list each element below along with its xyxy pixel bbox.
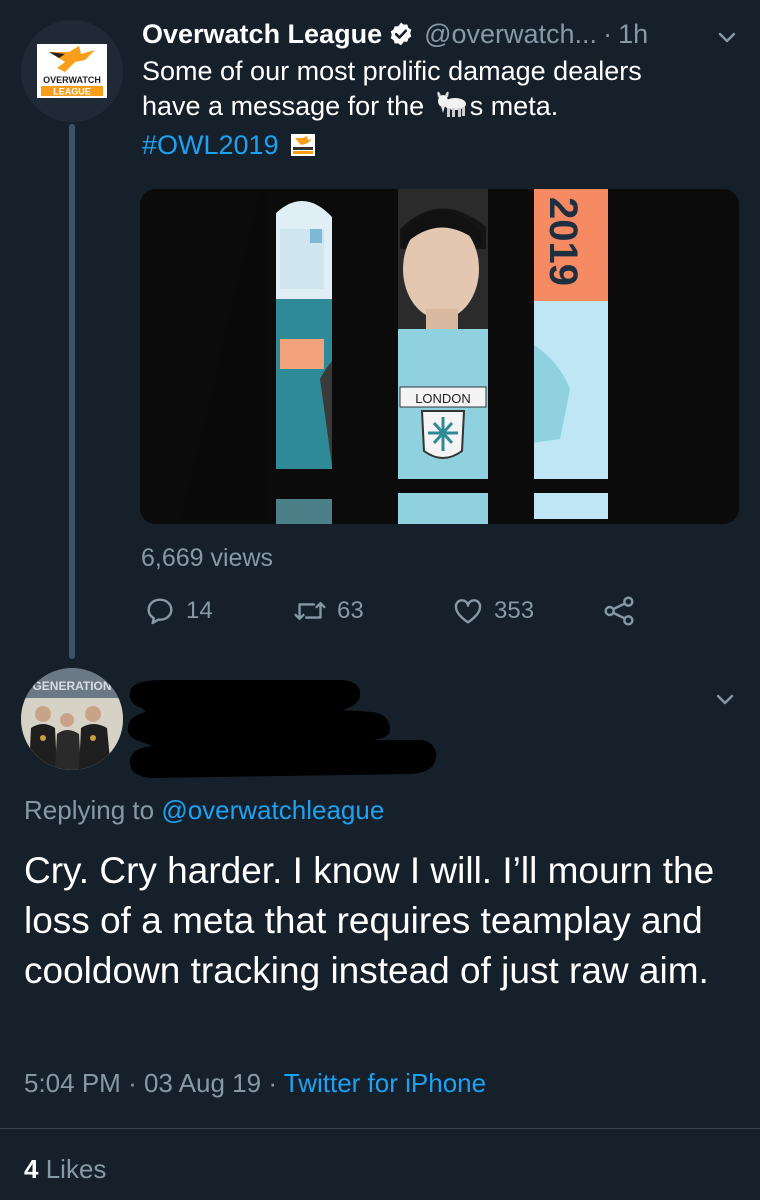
author-name[interactable]: Overwatch League [142,19,382,50]
tweet-time[interactable]: 1h [618,19,648,50]
separator-dot: · [603,18,613,49]
replying-prefix: Replying to [24,795,155,825]
goat-emoji-icon [434,89,468,128]
reply-source-link[interactable]: Twitter for iPhone [284,1068,486,1098]
share-icon [604,596,634,626]
video-thumbnail: 2019 LONDON [140,189,739,524]
replying-mention-link[interactable]: @overwatchleague [161,795,384,825]
likes-count: 4 [24,1154,39,1184]
author-handle[interactable]: @overwatch... [424,19,597,50]
meta-separator: · [268,1068,277,1098]
tweet-text-segment: s meta. [469,91,559,121]
reply-count: 14 [186,597,213,624]
overwatch-league-avatar[interactable]: OVERWATCH LEAGUE [21,20,123,122]
reply-time: 5:04 PM [24,1068,121,1098]
like-button[interactable]: 353 [452,595,534,627]
reply-date: 03 Aug 19 [143,1068,262,1098]
tweet-header: Overwatch League @overwatch... · 1h [142,14,742,54]
chevron-down-icon[interactable] [716,26,738,53]
svg-text:LEAGUE: LEAGUE [53,87,91,97]
like-count: 353 [494,597,535,624]
meta-separator: · [128,1068,137,1098]
tweet-text-line-1: Some of our most prolific damage dealers [142,56,642,86]
owl-hashflag-icon [290,131,316,166]
reply-meta: 5:04 PM · 03 Aug 19 · Twitter for iPhone [24,1068,486,1099]
tweet-video[interactable]: 2019 LONDON [140,189,739,524]
thread-connector-line [69,124,75,659]
avatar-banner-text: GENERATION [32,679,111,693]
reply-author-avatar[interactable]: GENERATION [21,668,123,770]
redacted-username [122,672,442,787]
hashtag-link[interactable]: #OWL2019 [142,130,279,160]
tweet-screenshot: OVERWATCH LEAGUE Overwatch League @overw… [0,0,760,1200]
share-button[interactable] [603,595,635,627]
tweet-text-line-2: have a message for the s meta. [142,89,742,128]
reply-icon [147,598,173,625]
retweet-button[interactable]: 63 [293,595,364,627]
likes-label: Likes [45,1154,107,1184]
reply-text: Cry. Cry harder. I know I will. I’ll mou… [24,850,715,991]
tweet-text-line-3: #OWL2019 [142,128,742,166]
likes-count-link[interactable]: 4 Likes [24,1154,106,1185]
replying-to-line: Replying to @overwatchleague [24,795,384,826]
banner-year-text: 2019 [541,197,585,286]
shirt-text: LONDON [415,391,471,406]
tweet-text: Some of our most prolific damage dealers… [142,54,742,166]
divider [0,1128,760,1129]
verified-badge-icon [388,21,414,47]
original-tweet: Overwatch League @overwatch... · 1h Some… [142,14,742,166]
heart-icon [454,599,482,624]
owl-logo-icon: OVERWATCH LEAGUE [37,44,107,98]
reply-button[interactable]: 14 [144,595,213,627]
tweet-text-segment: have a message for the [142,91,425,121]
retweet-count: 63 [337,597,364,624]
chevron-down-icon[interactable] [714,688,736,715]
avatar-photo: GENERATION [21,668,123,770]
svg-text:OVERWATCH: OVERWATCH [43,75,101,85]
retweet-icon [294,601,326,621]
view-count: 6,669 views [141,544,274,572]
